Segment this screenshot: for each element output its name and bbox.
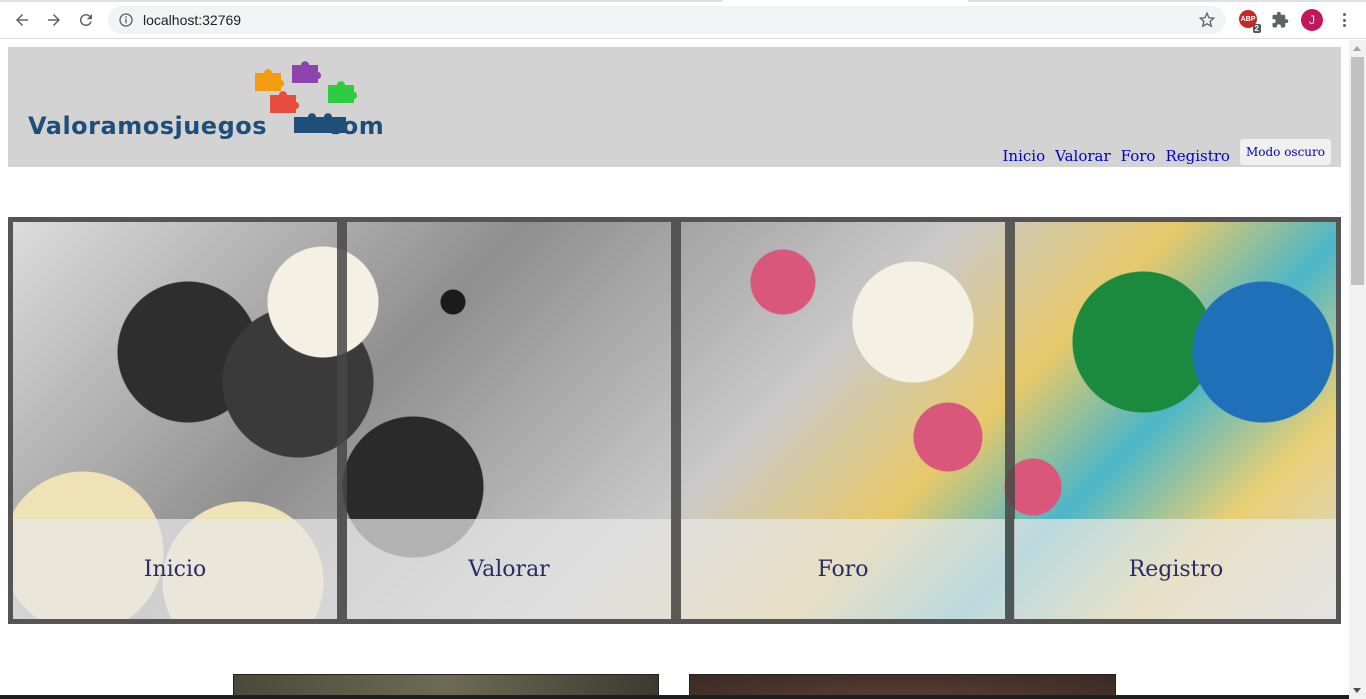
- page-scrollbar[interactable]: [1349, 40, 1366, 699]
- logo-suffix: com: [327, 112, 385, 140]
- menu-icon[interactable]: [1336, 10, 1352, 30]
- star-icon[interactable]: [1198, 11, 1216, 29]
- hero-card-label[interactable]: Valorar: [347, 519, 671, 619]
- hero-divider: [671, 222, 681, 619]
- hero-card-valorar[interactable]: Valorar: [347, 222, 671, 619]
- adblock-extension-icon[interactable]: ABP 2: [1239, 10, 1261, 33]
- forward-icon[interactable]: [42, 8, 66, 32]
- back-icon[interactable]: [10, 8, 34, 32]
- puzzle-piece-purple-icon: [292, 61, 321, 83]
- tab-strip: [0, 0, 1366, 2]
- hero-card-foro[interactable]: Foro: [681, 222, 1005, 619]
- info-icon[interactable]: [118, 12, 134, 28]
- nav-link-valorar[interactable]: Valorar: [1055, 147, 1111, 165]
- scroll-down-icon[interactable]: [1353, 688, 1361, 693]
- page-viewport: Valoramosjuegos com Inicio Valorar Foro R…: [0, 40, 1349, 699]
- window-bottom-edge: [0, 695, 1349, 699]
- browser-toolbar: localhost:32769 ABP 2 J: [0, 0, 1366, 39]
- hero-banner: Inicio Valorar Foro Registro: [8, 217, 1341, 624]
- profile-avatar[interactable]: J: [1301, 9, 1323, 31]
- address-bar[interactable]: localhost:32769: [108, 6, 1226, 34]
- nav-link-inicio[interactable]: Inicio: [1003, 147, 1046, 165]
- puzzle-piece-green-icon: [328, 81, 357, 103]
- site-header: Valoramosjuegos com Inicio Valorar Foro R…: [8, 47, 1341, 167]
- adblock-label: ABP: [1240, 15, 1256, 23]
- logo-main: Valoramosjuegos: [28, 112, 268, 140]
- scrollbar-thumb[interactable]: [1351, 57, 1364, 285]
- hero-card-label[interactable]: Inicio: [13, 519, 337, 619]
- top-navigation: Inicio Valorar Foro Registro Modo oscuro: [1003, 139, 1331, 165]
- hero-card-inicio[interactable]: Inicio: [13, 222, 337, 619]
- hero-card-label[interactable]: Foro: [681, 519, 1005, 619]
- nav-link-registro[interactable]: Registro: [1165, 147, 1230, 165]
- nav-link-foro[interactable]: Foro: [1121, 147, 1156, 165]
- reload-icon[interactable]: [74, 8, 98, 32]
- hero-card-registro[interactable]: Registro: [1014, 222, 1336, 619]
- puzzle-icon[interactable]: [1271, 11, 1289, 29]
- hero-divider: [337, 222, 347, 619]
- adblock-badge: 2: [1252, 24, 1261, 33]
- dark-mode-button[interactable]: Modo oscuro: [1239, 139, 1331, 165]
- hero-card-label[interactable]: Registro: [1014, 519, 1336, 619]
- active-tab[interactable]: [722, 0, 968, 2]
- url-text[interactable]: localhost:32769: [143, 12, 241, 28]
- scroll-up-icon[interactable]: [1353, 46, 1361, 51]
- logo-text: Valoramosjuegos com: [28, 112, 384, 140]
- site-logo[interactable]: Valoramosjuegos com: [28, 57, 408, 147]
